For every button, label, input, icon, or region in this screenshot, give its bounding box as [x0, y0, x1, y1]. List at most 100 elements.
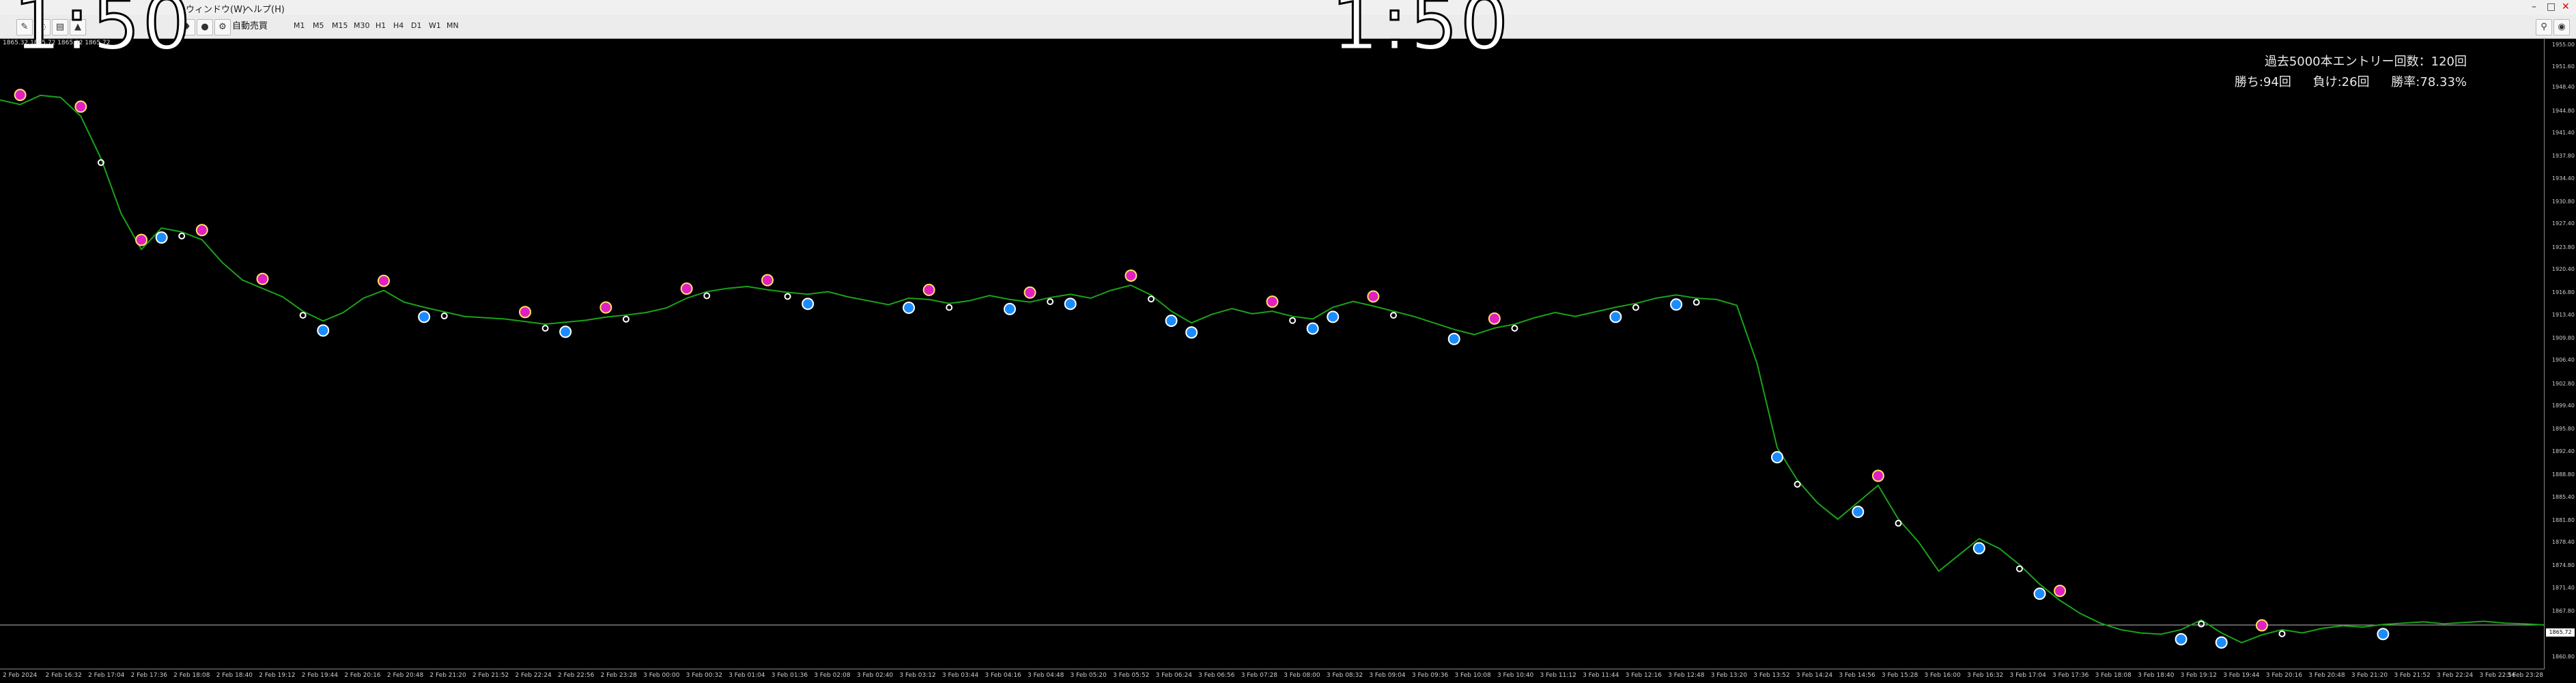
exit-marker[interactable]: [1794, 480, 1801, 488]
price-axis[interactable]: 1955.00 1951.60 1948.40 1944.80 1941.40 1937.…: [2544, 38, 2576, 669]
timeframe-m1[interactable]: M1: [294, 21, 305, 30]
buy-signal-marker[interactable]: [559, 325, 572, 338]
buy-signal-marker[interactable]: [2175, 633, 2188, 645]
timeframe-d1[interactable]: D1: [411, 21, 421, 30]
buy-signal-marker[interactable]: [1972, 542, 1985, 555]
time-tick-label: 3 Feb 03:44: [942, 672, 979, 679]
exit-marker[interactable]: [622, 315, 629, 323]
sell-signal-marker[interactable]: [378, 274, 391, 287]
menu-item-help[interactable]: ヘルプ(H): [244, 2, 285, 15]
buy-signal-marker[interactable]: [1306, 322, 1319, 335]
buy-signal-marker[interactable]: [418, 310, 431, 323]
exit-marker[interactable]: [299, 312, 307, 319]
exit-marker[interactable]: [1895, 519, 1902, 527]
buy-signal-marker[interactable]: [1185, 326, 1198, 339]
buy-signal-marker[interactable]: [1609, 310, 1622, 323]
buy-signal-marker[interactable]: [155, 231, 168, 244]
exit-marker[interactable]: [440, 313, 448, 320]
exit-marker[interactable]: [1511, 325, 1518, 332]
exit-marker[interactable]: [1148, 295, 1155, 303]
sell-signal-marker[interactable]: [1266, 295, 1279, 308]
buy-signal-marker[interactable]: [2377, 628, 2390, 641]
buy-signal-marker[interactable]: [2033, 587, 2046, 600]
time-tick-label: 3 Feb 10:40: [1497, 672, 1534, 679]
sell-signal-marker[interactable]: [1488, 312, 1501, 325]
buy-signal-marker[interactable]: [1165, 315, 1178, 328]
sell-signal-marker[interactable]: [135, 233, 148, 246]
exit-marker[interactable]: [1693, 299, 1700, 306]
sell-signal-marker[interactable]: [2054, 584, 2067, 597]
buy-signal-marker[interactable]: [802, 297, 815, 310]
time-tick-label: 3 Feb 00:32: [685, 672, 722, 679]
buy-signal-marker[interactable]: [1852, 506, 1865, 519]
buy-signal-marker[interactable]: [1003, 302, 1016, 315]
exit-marker[interactable]: [784, 293, 791, 300]
timeframe-m30[interactable]: M30: [354, 21, 370, 30]
sell-signal-marker[interactable]: [14, 89, 27, 102]
buy-signal-marker[interactable]: [1327, 310, 1340, 323]
timeframe-m15[interactable]: M15: [332, 21, 348, 30]
sell-signal-marker[interactable]: [195, 224, 208, 237]
exit-marker[interactable]: [2015, 565, 2023, 572]
sell-signal-marker[interactable]: [1124, 269, 1137, 282]
buy-signal-marker[interactable]: [1064, 297, 1077, 310]
exit-marker[interactable]: [703, 292, 711, 300]
timeframe-h1[interactable]: H1: [376, 21, 386, 30]
minimize-icon[interactable]: –: [2532, 1, 2536, 12]
sell-signal-marker[interactable]: [599, 301, 612, 314]
sell-signal-marker[interactable]: [761, 274, 774, 287]
sell-signal-marker[interactable]: [1367, 290, 1380, 303]
time-tick-label: 3 Feb 05:20: [1070, 672, 1107, 679]
database-icon[interactable]: ●: [197, 19, 213, 35]
sell-signal-marker[interactable]: [2255, 619, 2268, 632]
timeframe-m5[interactable]: M5: [313, 21, 324, 30]
exit-marker[interactable]: [178, 232, 186, 239]
time-tick-label: 3 Feb 17:36: [2052, 672, 2089, 679]
exit-marker[interactable]: [946, 304, 953, 311]
autotrade-button[interactable]: 自動売買: [232, 19, 268, 34]
time-tick-label: 3 Feb 01:36: [771, 672, 808, 679]
exit-marker[interactable]: [2278, 630, 2286, 637]
price-tick-label: 1927.40: [2551, 220, 2575, 227]
time-tick-label: 2 Feb 21:52: [472, 672, 509, 679]
timeframe-h4[interactable]: H4: [393, 21, 404, 30]
sell-signal-marker[interactable]: [922, 283, 935, 296]
buy-signal-marker[interactable]: [1770, 451, 1783, 464]
buy-signal-marker[interactable]: [1670, 298, 1683, 311]
buy-signal-marker[interactable]: [317, 324, 330, 337]
price-chart[interactable]: [0, 38, 2576, 682]
search-icon[interactable]: ⚲: [2536, 19, 2552, 35]
buy-signal-marker[interactable]: [2215, 636, 2228, 649]
buy-signal-marker[interactable]: [903, 302, 916, 315]
close-icon[interactable]: ✕: [2562, 1, 2570, 12]
exit-marker[interactable]: [1632, 304, 1639, 311]
exit-marker[interactable]: [541, 325, 549, 332]
time-tick-label: 3 Feb 08:00: [1284, 672, 1320, 679]
exit-marker[interactable]: [1389, 312, 1397, 319]
time-tick-label: 3 Feb 20:16: [2265, 672, 2303, 679]
sell-signal-marker[interactable]: [74, 100, 87, 113]
timeframe-mn[interactable]: MN: [447, 21, 459, 30]
price-tick-label: 1913.40: [2551, 311, 2575, 318]
time-tick-label: 3 Feb 14:56: [1839, 672, 1876, 679]
sell-signal-marker[interactable]: [519, 306, 532, 319]
community-icon[interactable]: ◉: [2553, 19, 2570, 35]
time-tick-label: 3 Feb 11:44: [1583, 672, 1619, 679]
exit-marker[interactable]: [1289, 317, 1297, 324]
time-axis[interactable]: 2 Feb 2024 2 Feb 16:32 2 Feb 17:04 2 Feb 17…: [0, 669, 2545, 683]
sell-signal-marker[interactable]: [1023, 286, 1036, 299]
settings-icon[interactable]: ⚙: [214, 19, 231, 35]
sell-signal-marker[interactable]: [256, 272, 269, 285]
time-tick-label: 3 Feb 21:52: [2394, 672, 2431, 679]
exit-marker[interactable]: [1047, 298, 1054, 306]
sell-signal-marker[interactable]: [1871, 469, 1884, 482]
timeframe-w1[interactable]: W1: [429, 21, 441, 30]
time-tick-label: 3 Feb 18:08: [2095, 672, 2132, 679]
buy-signal-marker[interactable]: [1447, 332, 1460, 345]
menu-bar: ウィンドウ(W) ヘルプ(H) – □ ✕: [0, 0, 2576, 16]
sell-signal-marker[interactable]: [680, 282, 693, 295]
time-tick-label: 3 Feb 09:04: [1369, 672, 1406, 679]
restore-icon[interactable]: □: [2547, 1, 2556, 12]
exit-marker[interactable]: [2198, 620, 2205, 628]
menu-item-window[interactable]: ウィンドウ(W): [186, 2, 246, 15]
